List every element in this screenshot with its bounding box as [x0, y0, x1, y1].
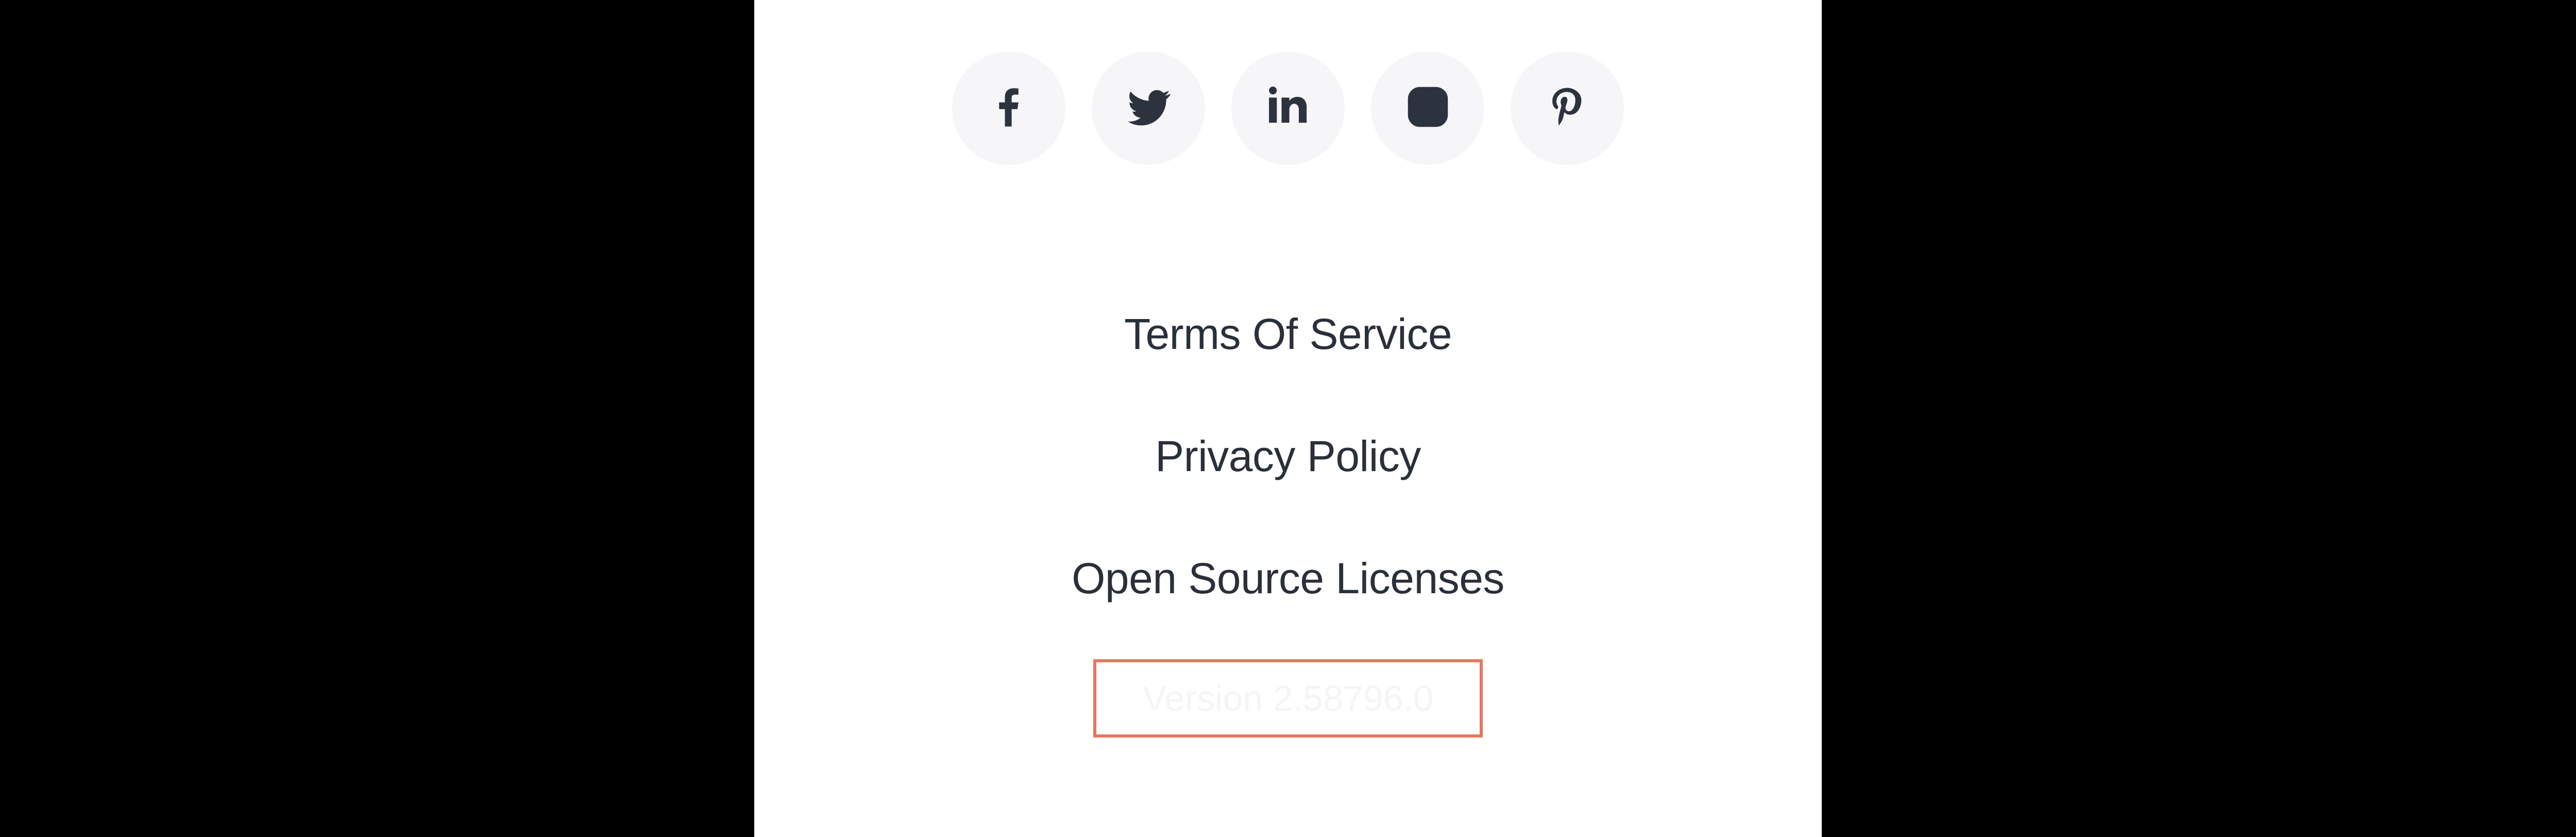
version-highlight-box: Version 2.58796.0	[1093, 659, 1483, 738]
twitter-link[interactable]	[1092, 52, 1205, 165]
instagram-link[interactable]	[1371, 52, 1484, 165]
version-label: Version 2.58796.0	[1143, 678, 1433, 719]
open-source-licenses-link[interactable]: Open Source Licenses	[1072, 554, 1504, 604]
privacy-policy-link[interactable]: Privacy Policy	[1155, 431, 1421, 481]
social-icons-row	[952, 52, 1624, 165]
footer-panel: Terms Of Service Privacy Policy Open Sou…	[754, 0, 1822, 837]
facebook-link[interactable]	[952, 52, 1065, 165]
pinterest-link[interactable]	[1511, 52, 1624, 165]
footer-links-section: Terms Of Service Privacy Policy Open Sou…	[1072, 309, 1504, 604]
linkedin-link[interactable]	[1231, 52, 1345, 165]
instagram-icon	[1404, 83, 1452, 133]
terms-of-service-link[interactable]: Terms Of Service	[1124, 309, 1452, 359]
twitter-icon	[1123, 81, 1174, 136]
facebook-icon	[986, 84, 1032, 133]
linkedin-icon	[1266, 85, 1310, 132]
pinterest-icon	[1544, 84, 1590, 133]
